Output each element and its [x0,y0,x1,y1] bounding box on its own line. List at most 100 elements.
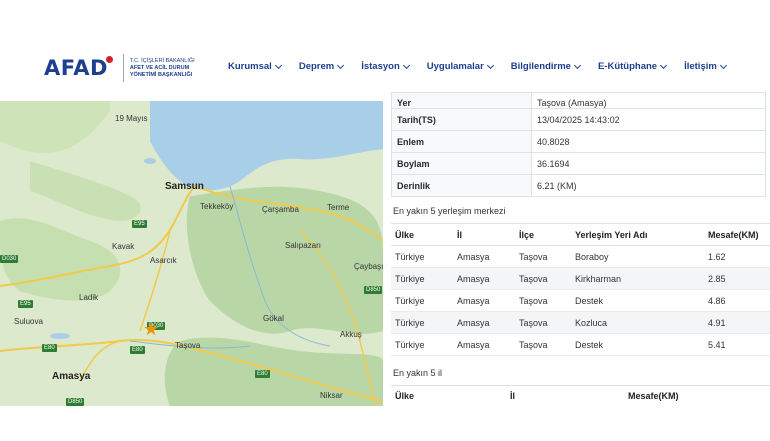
map-label-tekkekoy: Tekkeköy [200,202,234,211]
afad-logo[interactable]: AFAD T.C. İÇİŞLERİ BAKANLIĞI AFET VE ACİ… [44,54,195,82]
chevron-down-icon [719,61,727,69]
map-label-caybasi: Çaybaşı [354,262,383,271]
details-value: 6.21 (KM) [531,174,766,197]
details-key: Boylam [391,152,532,175]
table-cell: Destek [571,333,704,356]
map-label-amasya: Amasya [52,371,91,382]
table-cell: Türkiye [391,333,453,356]
table-cell: Taşova [515,311,571,334]
table-row: Türkiye Amasya Taşova Destek 4.86 [391,289,770,312]
map-label-salipazari: Salıpazarı [285,241,322,250]
table-cell: 5.41 [704,333,770,356]
details-value: 13/04/2025 14:43:02 [531,108,766,131]
column-header: Ülke [391,223,453,246]
map-label-suluova: Suluova [14,317,43,326]
table-header-row: Ülke İl İlçe Yerleşim Yeri Adı Mesafe(KM… [391,223,770,246]
earthquake-map[interactable]: 19 Mayıs Samsun Tekkeköy Çarşamba Terme … [0,101,383,406]
column-header: İl [453,223,515,246]
column-header: Mesafe(KM) [704,223,770,246]
column-header: Ülke [391,385,506,406]
chevron-down-icon [274,61,282,69]
details-key: Derinlik [391,174,532,197]
map-label-kavak: Kavak [112,242,135,251]
road-badge: D850 [66,398,85,406]
table-cell: Destek [571,289,704,312]
map-label-samsun: Samsun [165,181,204,192]
main-nav: Kurumsal Deprem İstasyon Uygulamalar Bil… [228,61,744,72]
table-cell: Amasya [453,245,515,268]
road-badge: E80 [42,344,57,352]
settlements-title: En yakın 5 yerleşim merkezi [393,206,506,216]
road-badge: E95 [132,220,147,228]
chevron-down-icon [486,61,494,69]
nav-deprem[interactable]: Deprem [298,61,345,72]
map-label-carsamba: Çarşamba [262,205,299,214]
settlements-table: Ülke İl İlçe Yerleşim Yeri Adı Mesafe(KM… [391,223,770,356]
nav-label: Uygulamalar [426,61,484,72]
details-row: Yer Taşova (Amasya) [391,92,766,109]
nav-bilgilendirme[interactable]: Bilgilendirme [511,61,582,72]
provinces-title: En yakın 5 il [393,368,443,378]
table-cell: Türkiye [391,245,453,268]
nav-iletisim[interactable]: İletişim [684,61,727,72]
road-badge: E95 [18,300,33,308]
map-label-19-mayis: 19 Mayıs [115,114,148,123]
map-label-ladik: Ladik [79,293,99,302]
chevron-down-icon [402,61,410,69]
page: AFAD T.C. İÇİŞLERİ BAKANLIĞI AFET VE ACİ… [0,0,770,441]
table-cell: 4.91 [704,311,770,334]
page-bottom-margin [0,406,770,441]
details-row: Tarih(TS) 13/04/2025 14:43:02 [391,108,766,131]
road-badge: D850 [364,286,383,294]
chevron-down-icon [660,61,668,69]
logo-dot-icon [105,55,113,63]
details-key: Yer [391,92,532,109]
table-cell: Boraboy [571,245,704,268]
road-badge: E80 [255,370,270,378]
table-cell: Kozluca [571,311,704,334]
details-key: Tarih(TS) [391,108,532,131]
column-header: Mesafe(KM) [624,385,770,406]
column-header: İl [506,385,624,406]
table-cell: Taşova [515,333,571,356]
earthquake-details-panel: Yer Taşova (Amasya) Tarih(TS) 13/04/2025… [391,92,770,406]
table-row: Türkiye Amasya Taşova Boraboy 1.62 [391,245,770,268]
table-cell: Amasya [453,333,515,356]
map-terrain [0,101,383,406]
nav-istasyon[interactable]: İstasyon [361,61,410,72]
table-cell: Amasya [453,267,515,290]
nav-kurumsal[interactable]: Kurumsal [228,61,282,72]
chevron-down-icon [337,61,345,69]
details-value: 36.1694 [531,152,766,175]
table-cell: Kirkharman [571,267,704,290]
logo-subtitle: T.C. İÇİŞLERİ BAKANLIĞI AFET VE ACİL DUR… [130,58,195,79]
provinces-table: Ülke İl Mesafe(KM) [391,385,770,406]
table-cell: Türkiye [391,289,453,312]
table-row: Türkiye Amasya Taşova Kozluca 4.91 [391,311,770,334]
logo-divider [122,54,124,82]
nav-label: Deprem [298,61,335,72]
table-cell: 1.62 [704,245,770,268]
table-cell: Amasya [453,289,515,312]
table-cell: Amasya [453,311,515,334]
table-cell: Taşova [515,289,571,312]
details-table: Yer Taşova (Amasya) Tarih(TS) 13/04/2025… [391,92,766,197]
nav-label: İstasyon [361,61,400,72]
table-header-row: Ülke İl Mesafe(KM) [391,385,770,406]
nav-e-kutuphane[interactable]: E-Kütüphane [598,61,668,72]
details-value: 40.8028 [531,130,766,153]
map-label-asarcik: Asarcık [150,256,177,265]
table-row: Türkiye Amasya Taşova Destek 5.41 [391,333,770,356]
nav-uygulamalar[interactable]: Uygulamalar [426,61,494,72]
epicenter-star-icon[interactable]: ★ [143,320,159,338]
details-value: Taşova (Amasya) [531,92,766,109]
logo-sub-line: YÖNETİMİ BAŞKANLIĞI [129,71,193,78]
nav-label: İletişim [684,61,717,72]
chevron-down-icon [573,61,582,69]
map-label-gokal: Gökal [263,314,284,323]
details-row: Enlem 40.8028 [391,130,766,153]
table-cell: Türkiye [391,267,453,290]
table-cell: Türkiye [391,311,453,334]
column-header: İlçe [515,223,571,246]
logo-sub-line: T.C. İÇİŞLERİ BAKANLIĞI [129,57,195,64]
